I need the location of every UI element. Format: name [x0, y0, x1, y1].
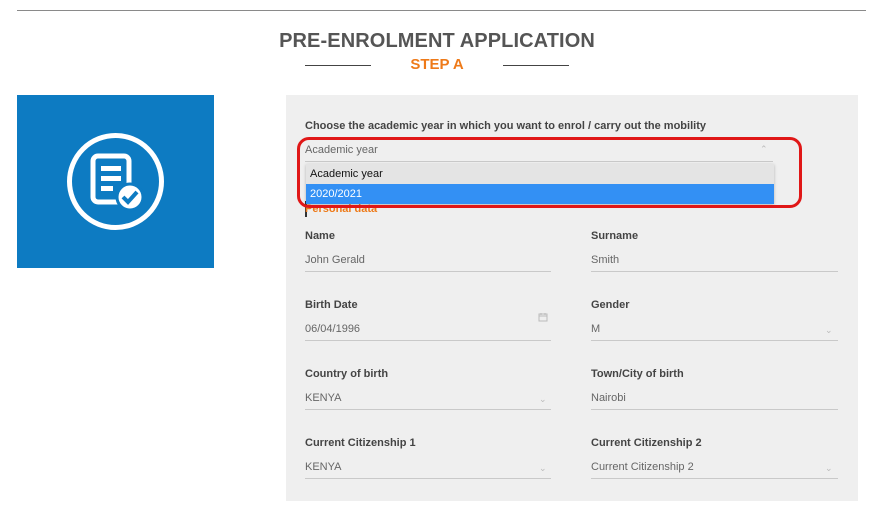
step-label: STEP A — [410, 56, 464, 73]
country-birth-underline — [305, 409, 551, 410]
chevron-down-icon[interactable]: ⌄ — [539, 463, 547, 474]
country-birth-select[interactable]: KENYA — [305, 392, 341, 404]
calendar-icon[interactable] — [538, 312, 548, 322]
citizenship1-underline — [305, 478, 551, 479]
town-birth-input[interactable]: Nairobi — [591, 392, 626, 404]
gender-select[interactable]: M — [591, 323, 600, 335]
step-right-line — [503, 65, 569, 66]
step-indicator: STEP A — [0, 56, 870, 74]
gender-underline — [591, 340, 838, 341]
surname-input[interactable]: Smith — [591, 254, 619, 266]
annotation-highlight — [297, 137, 802, 208]
page-title: PRE-ENROLMENT APPLICATION — [279, 30, 595, 52]
gender-label: Gender — [591, 299, 630, 311]
birth-date-input[interactable]: 06/04/1996 — [305, 323, 360, 335]
citizenship1-label: Current Citizenship 1 — [305, 437, 416, 449]
birth-date-label: Birth Date — [305, 299, 358, 311]
name-input[interactable]: John Gerald — [305, 254, 365, 266]
town-birth-label: Town/City of birth — [591, 368, 684, 380]
step-left-line — [305, 65, 371, 66]
country-birth-label: Country of birth — [305, 368, 389, 380]
surname-label: Surname — [591, 230, 639, 242]
document-check-icon — [67, 133, 164, 230]
chevron-down-icon[interactable]: ⌄ — [825, 463, 833, 474]
surname-underline — [591, 271, 838, 272]
chevron-down-icon[interactable]: ⌄ — [539, 394, 547, 405]
citizenship1-select[interactable]: KENYA — [305, 461, 341, 473]
name-label: Name — [305, 230, 335, 242]
chevron-down-icon[interactable]: ⌄ — [825, 325, 833, 336]
name-underline — [305, 271, 551, 272]
birth-date-underline — [305, 340, 551, 341]
top-divider — [17, 10, 866, 11]
step-icon-tile — [17, 95, 214, 268]
town-birth-underline — [591, 409, 838, 410]
citizenship2-underline — [591, 478, 838, 479]
academic-year-label: Choose the academic year in which you wa… — [305, 120, 706, 132]
citizenship2-select[interactable]: Current Citizenship 2 — [591, 461, 694, 473]
citizenship2-label: Current Citizenship 2 — [591, 437, 702, 449]
